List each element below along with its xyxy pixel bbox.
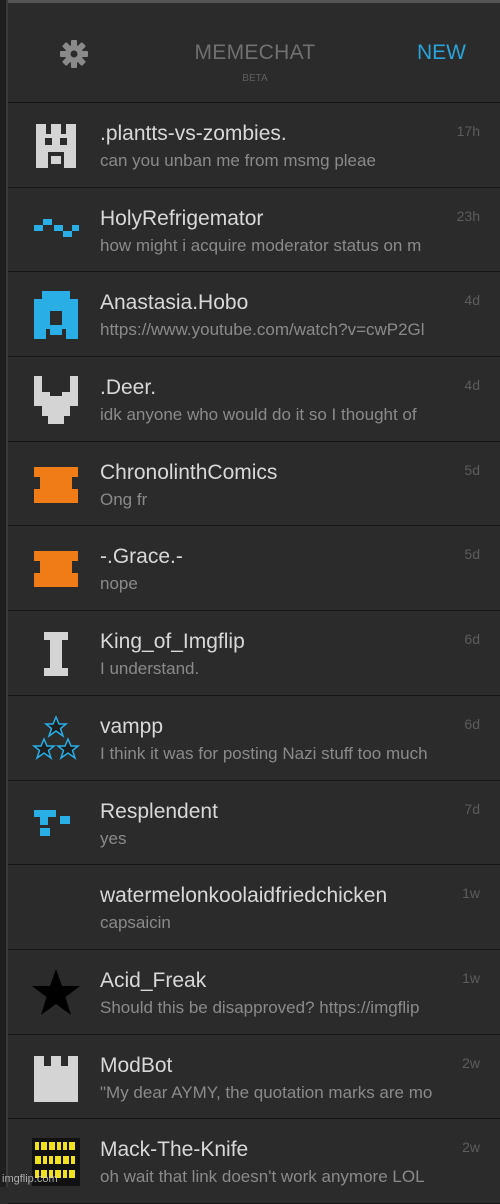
- blue-zigzag-avatar: [34, 218, 79, 237]
- conversation-name: Mack-The-Knife: [100, 1138, 249, 1162]
- conversation-row[interactable]: Acid_Freak Should this be disapproved? ht…: [8, 950, 500, 1035]
- conversation-name: watermelonkoolaidfriedchicken: [100, 884, 388, 908]
- conversation-list: .plantts-vs-zombies. can you unban me fro…: [8, 103, 500, 1204]
- conversation-name: HolyRefrigemator: [100, 206, 264, 230]
- conversation-preview: yes: [100, 828, 127, 848]
- blue-blocks-avatar: [34, 809, 70, 836]
- blank-avatar: [30, 882, 82, 934]
- conversation-preview: "My dear AYMY, the quotation marks are m…: [100, 1082, 433, 1102]
- conversation-name: Resplendent: [100, 799, 218, 823]
- orange-block-avatar: [34, 466, 78, 503]
- conversation-row[interactable]: King_of_Imgflip I understand. 6d: [8, 611, 500, 696]
- gray-i-beam-avatar: [44, 632, 68, 677]
- conversation-name: ModBot: [100, 1053, 173, 1077]
- conversation-time: 4d: [464, 292, 480, 309]
- conversation-time: 2w: [462, 1054, 480, 1071]
- conversation-preview: can you unban me from msmg pleae: [100, 151, 376, 170]
- conversation-row[interactable]: ModBot "My dear AYMY, the quotation marks…: [8, 1035, 500, 1120]
- conversation-time: 17h: [456, 123, 480, 139]
- conversation-time: 5d: [464, 461, 480, 478]
- conversation-preview: oh wait that link doesn't work anymore L…: [100, 1167, 425, 1187]
- conversation-preview: idk anyone who would do it so I thought …: [100, 405, 417, 425]
- conversation-name: -.Grace.-: [100, 545, 183, 569]
- conversation-time: 4d: [464, 377, 480, 394]
- conversation-time: 1w: [462, 885, 480, 902]
- conversation-time: 6d: [464, 715, 480, 732]
- conversation-name: Anastasia.Hobo: [100, 291, 249, 315]
- conversation-name: Acid_Freak: [100, 968, 207, 992]
- conversation-time: 23h: [456, 207, 480, 224]
- conversation-preview: how might i acquire moderator status on …: [100, 235, 422, 255]
- conversation-name: vampp: [100, 714, 164, 738]
- conversation-row[interactable]: watermelonkoolaidfriedchicken capsaicin 1w: [8, 865, 500, 950]
- conversation-row[interactable]: Mack-The-Knife oh wait that link doesn't …: [8, 1119, 500, 1204]
- black-star-avatar: [32, 968, 80, 1015]
- conversation-preview: nope: [100, 574, 138, 594]
- conversation-name: .Deer.: [100, 376, 157, 400]
- conversation-preview: Should this be disapproved? https://imgf…: [100, 997, 420, 1017]
- conversation-time: 5d: [464, 546, 480, 563]
- gray-invader-avatar: [36, 124, 76, 168]
- conversation-row[interactable]: HolyRefrigemator how might i acquire mode…: [8, 188, 500, 273]
- gray-deer-avatar: [34, 376, 78, 425]
- imgflip-watermark: imgflip.com: [2, 1173, 58, 1185]
- gray-castle-avatar: [34, 1055, 78, 1102]
- conversation-row[interactable]: ChronolinthComics Ong fr 5d: [8, 442, 500, 527]
- conversation-time: 7d: [464, 800, 480, 817]
- conversation-preview: I think it was for posting Nazi stuff to…: [100, 743, 428, 763]
- chat-header: MEMECHAT BETA NEW: [8, 0, 500, 103]
- conversation-row[interactable]: vampp I think it was for posting Nazi stu…: [8, 696, 500, 781]
- blue-stars-avatar: [31, 714, 81, 760]
- conversation-name: .plantts-vs-zombies.: [100, 122, 287, 145]
- beta-label: BETA: [242, 73, 268, 84]
- conversation-time: 2w: [462, 1139, 480, 1156]
- blue-ghost-avatar: [34, 291, 78, 340]
- conversation-time: 1w: [462, 969, 480, 986]
- conversation-row[interactable]: Anastasia.Hobo https://www.youtube.com/wa…: [8, 272, 500, 358]
- conversation-preview: I understand.: [100, 659, 200, 679]
- memechat-panel: MEMECHAT BETA NEW .plantts-vs-zombies. ca…: [6, 0, 500, 1204]
- conversation-preview: https://www.youtube.com/watch?v=cwP2Gl: [100, 320, 425, 340]
- conversation-preview: capsaicin: [100, 913, 171, 933]
- conversation-name: ChronolinthComics: [100, 460, 278, 484]
- conversation-row[interactable]: .plantts-vs-zombies. can you unban me fro…: [8, 103, 500, 188]
- conversation-row[interactable]: -.Grace.- nope 5d: [8, 526, 500, 612]
- conversation-row[interactable]: Resplendent yes 7d: [8, 781, 500, 866]
- conversation-name: King_of_Imgflip: [100, 630, 245, 654]
- orange-block-avatar: [34, 551, 78, 588]
- conversation-time: 6d: [464, 631, 480, 648]
- conversation-preview: Ong fr: [100, 489, 148, 509]
- conversation-row[interactable]: .Deer. idk anyone who would do it so I th…: [8, 357, 500, 442]
- new-chat-button[interactable]: NEW: [417, 41, 466, 65]
